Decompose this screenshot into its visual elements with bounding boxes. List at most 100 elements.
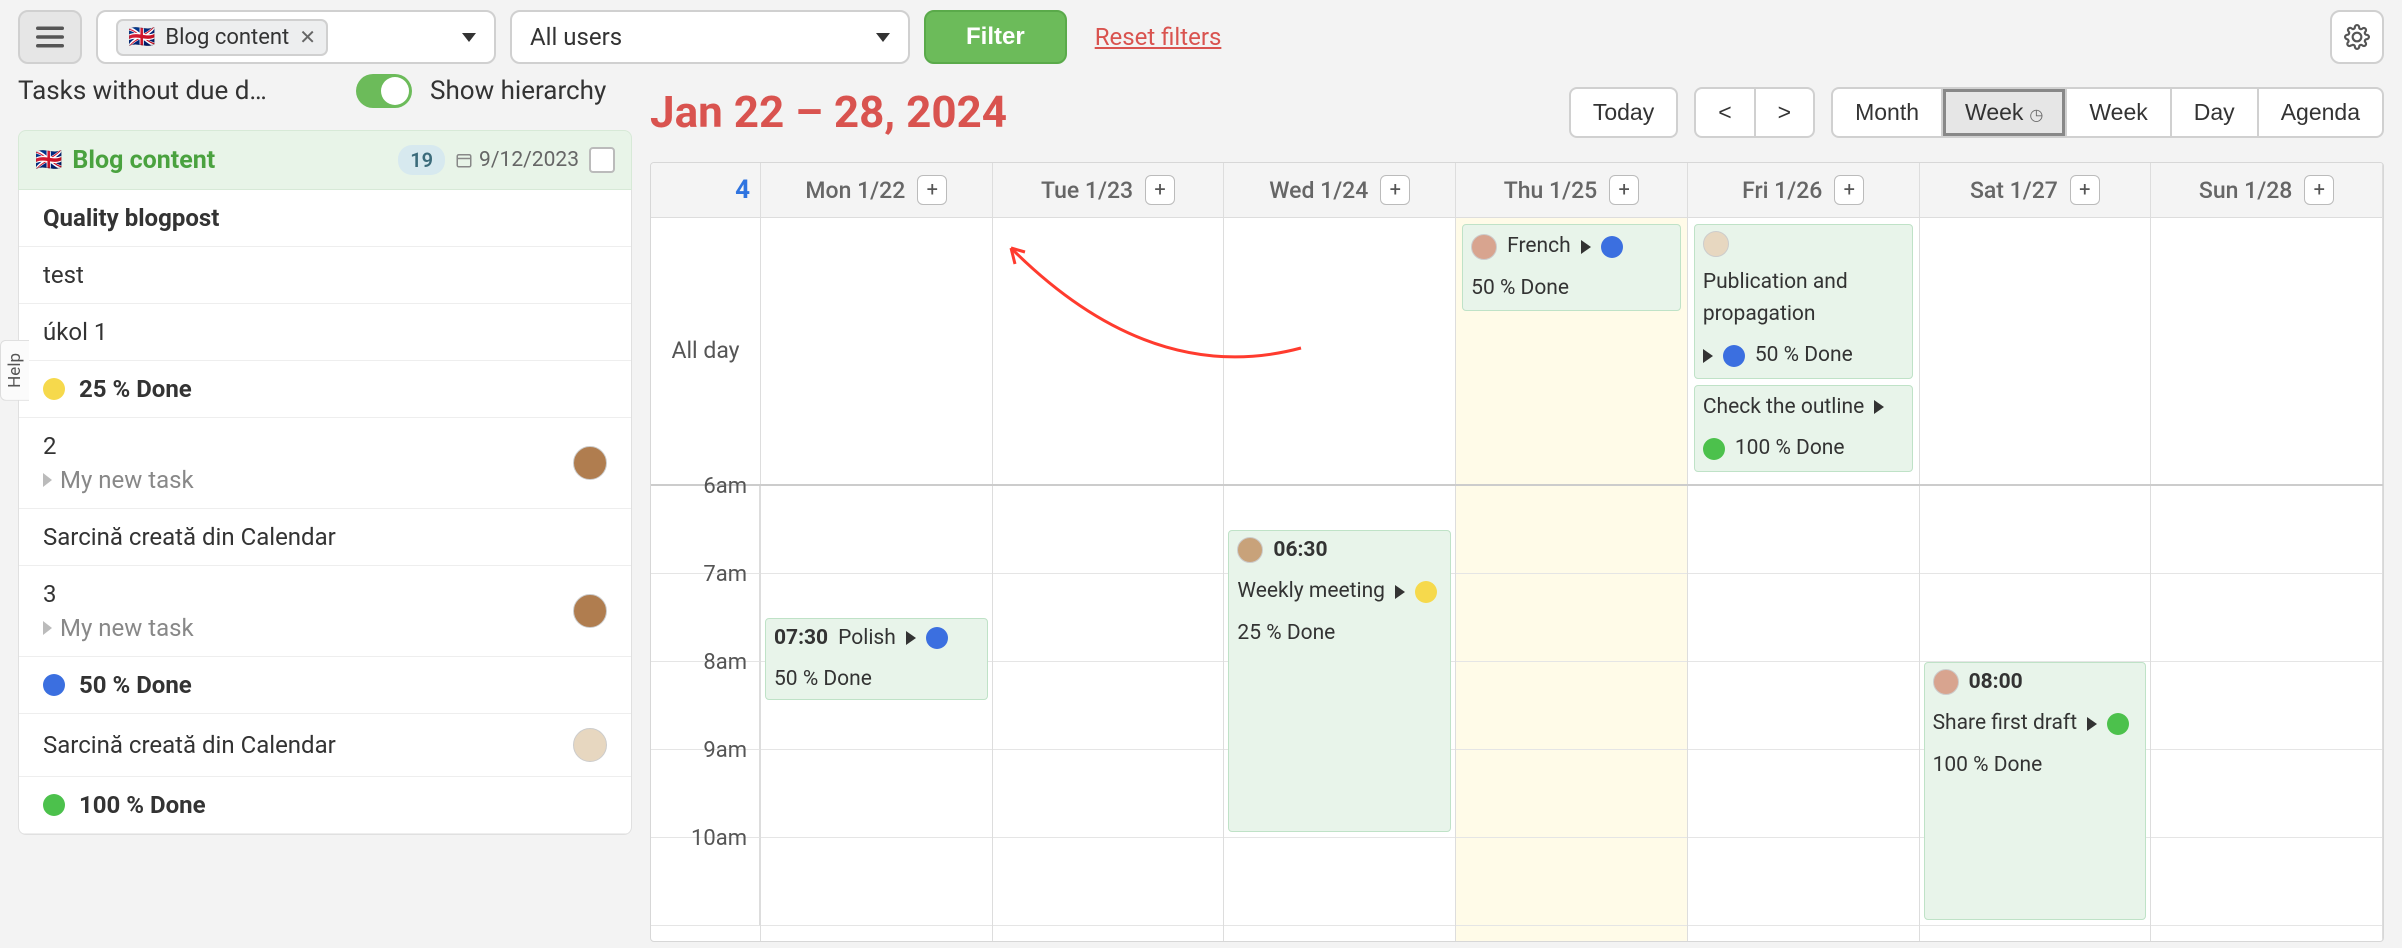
day-header-row: 4Mon 1/22+Tue 1/23+Wed 1/24+Thu 1/25+Fri… — [651, 163, 2383, 218]
next-button[interactable]: > — [1754, 87, 1815, 138]
add-event-button[interactable]: + — [1145, 175, 1175, 205]
task-row[interactable]: 25 % Done — [19, 361, 631, 418]
time-column-fri[interactable] — [1688, 486, 1920, 942]
event-status: 50 % Done — [774, 664, 872, 696]
day-header-thu: Thu 1/25+ — [1456, 163, 1688, 218]
task-row[interactable]: 2 My new task — [19, 418, 631, 509]
task-row[interactable]: úkol 1 — [19, 304, 631, 361]
subtask-label: My new task — [60, 614, 194, 642]
project-tag[interactable]: 🇬🇧 Blog content ✕ — [116, 19, 328, 56]
week-number-cell: 4 — [651, 163, 761, 218]
project-card[interactable]: 🇬🇧 Blog content 19 9/12/2023 — [18, 130, 632, 190]
event-status: 25 % Done — [1237, 618, 1335, 650]
status-dot-icon — [926, 627, 948, 649]
hour-label: 7am — [651, 562, 759, 587]
calendar-nav: Today < > MonthWeek◷WeekDayAgenda — [1569, 87, 2384, 138]
task-row[interactable]: Sarcină creată din Calendar — [19, 714, 631, 777]
hour-label: 9am — [651, 738, 759, 763]
add-event-button[interactable]: + — [917, 175, 947, 205]
prev-button[interactable]: < — [1694, 87, 1755, 138]
sidebar: Tasks without due d… Show hierarchy 🇬🇧 B… — [0, 74, 650, 942]
project-select[interactable]: 🇬🇧 Blog content ✕ — [96, 10, 496, 64]
time-column-sun[interactable] — [2151, 486, 2383, 942]
view-day-button[interactable]: Day — [2170, 87, 2259, 138]
time-column-sat[interactable]: 08:00Share first draft100 % Done — [1920, 486, 2152, 942]
task-label: test — [43, 261, 607, 289]
view-month-button[interactable]: Month — [1831, 87, 1943, 138]
project-tag-label: Blog content — [165, 25, 289, 50]
chevron-right-icon — [43, 473, 52, 487]
avatar — [573, 446, 607, 480]
allday-event[interactable]: Check the outline 100 % Done — [1694, 385, 1913, 472]
timed-event[interactable]: 08:00Share first draft100 % Done — [1924, 662, 2147, 920]
allday-cell-tue[interactable] — [993, 218, 1225, 484]
time-column-thu[interactable] — [1456, 486, 1688, 942]
view-week-button[interactable]: Week — [2065, 87, 2171, 138]
task-row[interactable]: 100 % Done — [19, 777, 631, 834]
time-column-mon[interactable]: 07:30Polish50 % Done — [761, 486, 993, 942]
task-count-badge: 19 — [398, 145, 445, 175]
allday-cell-mon[interactable] — [761, 218, 993, 484]
add-event-button[interactable]: + — [1609, 175, 1639, 205]
time-column-tue[interactable] — [993, 486, 1225, 942]
event-title: Check the outline — [1703, 392, 1864, 424]
add-event-button[interactable]: + — [1834, 175, 1864, 205]
status-dot-icon — [1601, 236, 1623, 258]
subtask-label: My new task — [60, 466, 194, 494]
show-hierarchy-toggle[interactable] — [356, 74, 412, 108]
users-select[interactable]: All users — [510, 10, 910, 64]
project-date: 9/12/2023 — [455, 148, 579, 172]
allday-row: All dayFrench50 % DonePublication and pr… — [651, 218, 2383, 486]
allday-cell-thu[interactable]: French 50 % Done — [1456, 218, 1688, 484]
flag-icon: 🇬🇧 — [35, 148, 62, 173]
task-row[interactable]: 3My new task — [19, 566, 631, 657]
event-title: Publication and propagation — [1703, 267, 1904, 330]
task-row[interactable]: test — [19, 247, 631, 304]
task-list[interactable]: Quality blogpost test úkol 1 25 % Done 2 My n… — [18, 190, 632, 835]
filter-button[interactable]: Filter — [924, 10, 1067, 64]
allday-cell-fri[interactable]: Publication and propagation50 % DoneChec… — [1688, 218, 1920, 484]
task-row[interactable]: Quality blogpost — [19, 190, 631, 247]
day-label: Fri 1/26 — [1742, 177, 1822, 204]
event-time: 08:00 — [1969, 667, 2023, 699]
allday-event[interactable]: French 50 % Done — [1462, 224, 1681, 311]
status-label: 50 % Done — [79, 671, 192, 699]
day-header-mon: Mon 1/22+ — [761, 163, 993, 218]
timed-event[interactable]: 06:30Weekly meeting25 % Done — [1228, 530, 1451, 832]
reset-filters-link[interactable]: Reset filters — [1095, 23, 1222, 51]
add-event-button[interactable]: + — [2070, 175, 2100, 205]
task-label: Sarcină creată din Calendar — [43, 731, 561, 759]
task-label: úkol 1 — [43, 318, 607, 346]
gear-icon — [2344, 24, 2370, 50]
calendar-icon — [455, 151, 473, 169]
task-row[interactable]: 50 % Done — [19, 657, 631, 714]
menu-button[interactable] — [18, 10, 82, 64]
task-row[interactable]: Sarcină creată din Calendar — [19, 509, 631, 566]
view-week-clock-button[interactable]: Week◷ — [1941, 87, 2067, 138]
view-agenda-button[interactable]: Agenda — [2257, 87, 2384, 138]
time-column-wed[interactable]: 06:30Weekly meeting25 % Done — [1224, 486, 1456, 942]
allday-cell-sat[interactable] — [1920, 218, 2152, 484]
allday-event[interactable]: Publication and propagation50 % Done — [1694, 224, 1913, 379]
remove-tag-icon[interactable]: ✕ — [299, 25, 316, 49]
add-event-button[interactable]: + — [1380, 175, 1410, 205]
settings-button[interactable] — [2330, 10, 2384, 64]
day-label: Tue 1/23 — [1041, 177, 1133, 204]
allday-cell-wed[interactable] — [1224, 218, 1456, 484]
add-event-button[interactable]: + — [2304, 175, 2334, 205]
event-title: French — [1507, 231, 1571, 263]
status-label: 100 % Done — [79, 791, 206, 819]
event-title: Share first draft — [1933, 708, 2078, 740]
play-icon — [906, 631, 916, 645]
help-tab[interactable]: Help — [0, 340, 29, 401]
project-checkbox[interactable] — [589, 147, 615, 173]
event-status: 50 % Done — [1471, 273, 1569, 305]
allday-cell-sun[interactable] — [2151, 218, 2383, 484]
avatar — [1471, 234, 1497, 260]
today-button[interactable]: Today — [1569, 87, 1678, 138]
flag-icon: 🇬🇧 — [128, 25, 155, 50]
event-status: 100 % Done — [1735, 433, 1845, 465]
tasks-without-due-label: Tasks without due d… — [18, 76, 338, 106]
timed-event[interactable]: 07:30Polish50 % Done — [765, 618, 988, 700]
task-label: 2 — [43, 432, 561, 460]
